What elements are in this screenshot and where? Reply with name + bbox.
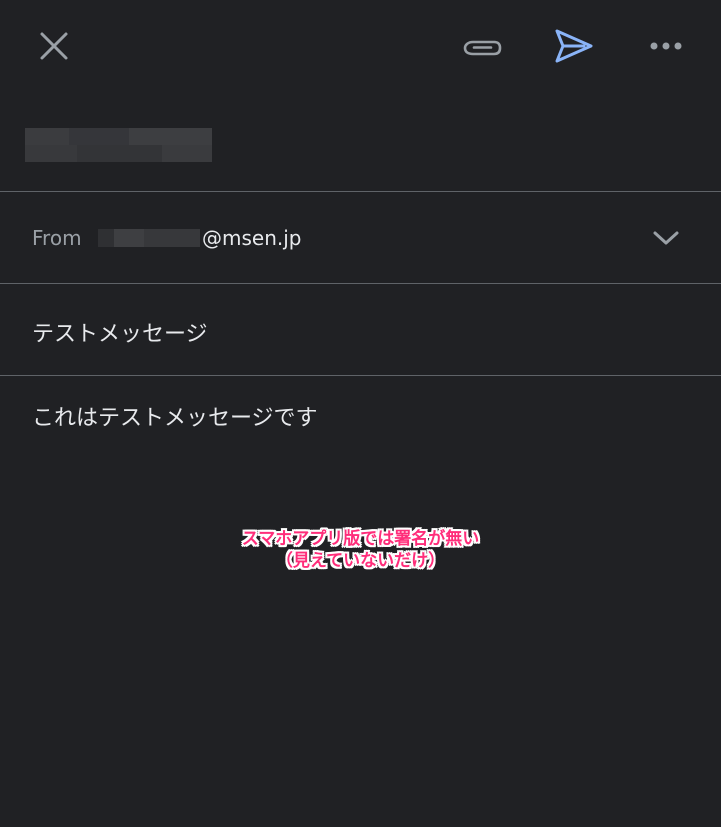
chevron-down-icon [653, 231, 679, 245]
to-recipient-row[interactable] [0, 100, 721, 192]
send-button[interactable] [550, 24, 598, 68]
paperclip-icon [463, 40, 502, 56]
from-label: From [32, 226, 82, 250]
divider [0, 375, 721, 376]
close-button[interactable] [34, 26, 74, 66]
more-options-button[interactable] [644, 30, 688, 62]
message-body[interactable]: これはテストメッセージです [32, 400, 318, 432]
redacted-username [98, 229, 200, 247]
divider [0, 283, 721, 284]
from-address-domain: @msen.jp [202, 226, 302, 250]
from-dropdown-button[interactable] [648, 222, 684, 254]
from-address: @msen.jp [98, 226, 302, 250]
annotation-line-1: スマホアプリ版では署名が無い [241, 529, 480, 549]
annotation-caption: スマホアプリ版では署名が無い （見えていないだけ） [0, 528, 721, 572]
subject-field[interactable]: テストメッセージ [32, 316, 208, 348]
send-icon [555, 29, 593, 63]
compose-toolbar [0, 0, 721, 92]
attach-button[interactable] [458, 26, 506, 66]
close-icon [40, 32, 68, 60]
from-row[interactable]: From @msen.jp [0, 192, 721, 284]
annotation-line-2: （見えていないだけ） [275, 551, 446, 571]
more-horizontal-icon [650, 42, 682, 50]
